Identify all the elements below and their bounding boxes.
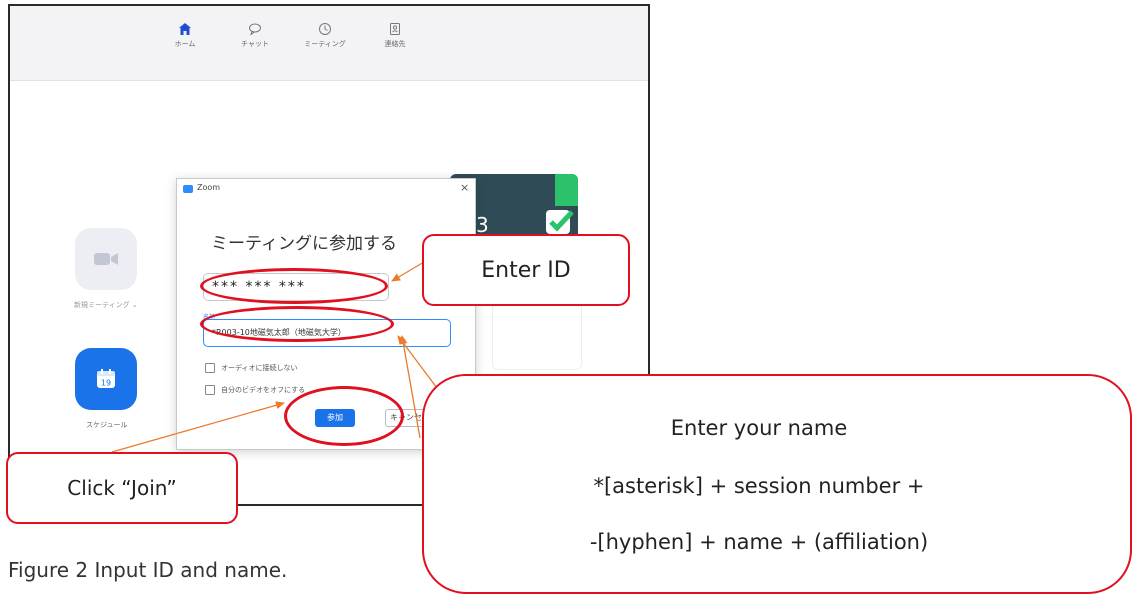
callout-click-join-text: Click “Join”	[67, 476, 177, 500]
callout-name-line-3: -[hyphen] + name + (affiliation)	[589, 530, 929, 554]
arrow-to-id	[391, 261, 425, 282]
callout-name-line-2: *[asterisk] + session number +	[593, 474, 925, 498]
arrow-to-join	[111, 401, 285, 453]
figure-caption: Figure 2 Input ID and name.	[8, 558, 288, 582]
callout-enter-name: Enter your name *[asterisk] + session nu…	[422, 374, 1132, 594]
callout-enter-id: Enter ID	[422, 234, 630, 306]
callout-click-join: Click “Join”	[6, 452, 238, 524]
callout-name-title: Enter your name	[670, 416, 848, 440]
callout-enter-id-text: Enter ID	[481, 257, 571, 283]
